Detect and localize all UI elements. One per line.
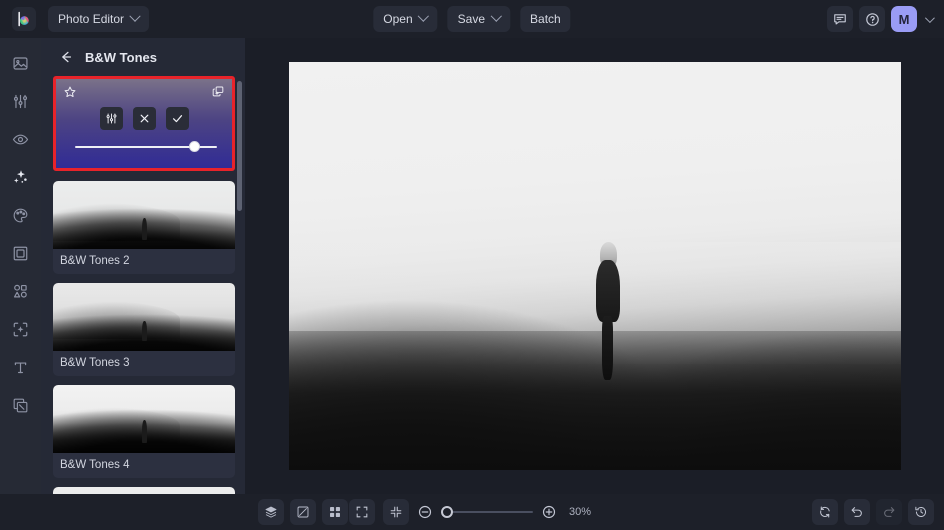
sidebar-item-effects[interactable] — [8, 164, 34, 190]
mode-selector-label: Photo Editor — [58, 12, 125, 26]
preset-thumbnail — [53, 385, 235, 453]
sidebar-item-shapes[interactable] — [8, 278, 34, 304]
reset-button[interactable] — [812, 499, 838, 525]
history-controls — [812, 499, 934, 525]
sidebar-item-text[interactable] — [8, 354, 34, 380]
list-item[interactable]: B&W Tones 4 — [53, 385, 235, 478]
presets-list[interactable]: B&W Tones 2 B&W Tones 3 B&W Tones 4 — [41, 76, 245, 494]
slider-handle[interactable] — [188, 141, 200, 152]
sidebar-item-ai[interactable] — [8, 316, 34, 342]
bottom-toolbar: 30% — [0, 494, 944, 530]
sidebar-item-layers[interactable] — [8, 392, 34, 418]
main-body: B&W Tones B&W Tones 2 B&W Tones 3 B&W To… — [0, 38, 944, 494]
help-button[interactable] — [859, 6, 885, 32]
sidebar-item-color[interactable] — [8, 202, 34, 228]
preset-card-selected[interactable] — [53, 76, 235, 171]
zoom-slider[interactable] — [441, 506, 533, 518]
preset-thumbnail — [53, 283, 235, 351]
open-button[interactable]: Open — [373, 6, 438, 32]
person-body — [596, 259, 621, 322]
photo-person — [591, 241, 625, 394]
preset-thumbnail — [53, 181, 235, 249]
compare-button[interactable] — [290, 499, 316, 525]
scrollbar-thumb[interactable] — [237, 81, 242, 211]
mode-selector[interactable]: Photo Editor — [48, 6, 150, 32]
feedback-button[interactable] — [827, 6, 853, 32]
zoom-controls: 30% — [349, 499, 595, 525]
preset-thumbnail — [53, 487, 235, 494]
preset-controls — [56, 107, 232, 130]
edited-photo[interactable] — [288, 62, 901, 470]
chevron-down-icon — [417, 10, 430, 22]
presets-panel: B&W Tones B&W Tones 2 B&W Tones 3 B&W To… — [41, 38, 245, 494]
list-item-label: B&W Tones 2 — [60, 255, 130, 267]
list-item[interactable] — [53, 487, 235, 494]
preset-apply-button[interactable] — [165, 107, 189, 130]
list-item-label: B&W Tones 3 — [60, 357, 130, 369]
preset-settings-button[interactable] — [99, 107, 123, 130]
app-logo-icon[interactable] — [12, 7, 36, 31]
person-legs — [602, 315, 614, 380]
user-avatar[interactable]: M — [891, 6, 917, 32]
layers-button[interactable] — [258, 499, 284, 525]
save-button[interactable]: Save — [447, 6, 511, 32]
batch-button[interactable]: Batch — [520, 6, 571, 32]
list-item-label: B&W Tones 4 — [60, 459, 130, 471]
presets-scrollbar[interactable] — [237, 76, 242, 494]
zoom-out-button[interactable] — [417, 504, 433, 520]
chevron-down-icon — [129, 10, 141, 22]
panel-header: B&W Tones — [41, 38, 245, 76]
fit-screen-button[interactable] — [349, 499, 375, 525]
open-button-label: Open — [383, 12, 413, 26]
chevron-down-icon — [490, 10, 502, 22]
redo-button[interactable] — [876, 499, 902, 525]
sidebar-item-adjust[interactable] — [8, 88, 34, 114]
canvas-viewport[interactable] — [245, 38, 944, 494]
preset-intensity-slider[interactable] — [75, 141, 217, 153]
zoom-slider-handle[interactable] — [441, 506, 453, 518]
grid-button[interactable] — [322, 499, 348, 525]
star-icon[interactable] — [63, 85, 77, 104]
chevron-down-icon[interactable] — [924, 12, 935, 23]
bottom-left-tools — [258, 499, 348, 525]
canvas-area — [245, 38, 944, 494]
sidebar-item-retouch[interactable] — [8, 126, 34, 152]
account-group: M — [827, 6, 936, 32]
top-toolbar: Photo Editor Open Save Batch M — [0, 0, 944, 38]
page-title: B&W Tones — [85, 49, 157, 65]
save-button-label: Save — [457, 12, 486, 26]
tool-rail — [0, 38, 41, 494]
app-root: Photo Editor Open Save Batch M B&W Tones… — [0, 0, 944, 530]
zoom-level-value[interactable]: 30% — [565, 506, 595, 518]
list-item[interactable]: B&W Tones 2 — [53, 181, 235, 274]
zoom-in-button[interactable] — [541, 504, 557, 520]
file-actions-group: Open Save Batch — [373, 6, 571, 32]
undo-button[interactable] — [844, 499, 870, 525]
batch-button-label: Batch — [530, 12, 561, 26]
actual-size-button[interactable] — [383, 499, 409, 525]
list-item[interactable]: B&W Tones 3 — [53, 283, 235, 376]
zoom-slider-track — [441, 511, 533, 513]
copy-icon[interactable] — [211, 85, 225, 104]
sidebar-item-frame[interactable] — [8, 240, 34, 266]
history-button[interactable] — [908, 499, 934, 525]
sidebar-item-image[interactable] — [8, 50, 34, 76]
preset-cancel-button[interactable] — [132, 107, 156, 130]
back-button[interactable] — [55, 46, 77, 68]
